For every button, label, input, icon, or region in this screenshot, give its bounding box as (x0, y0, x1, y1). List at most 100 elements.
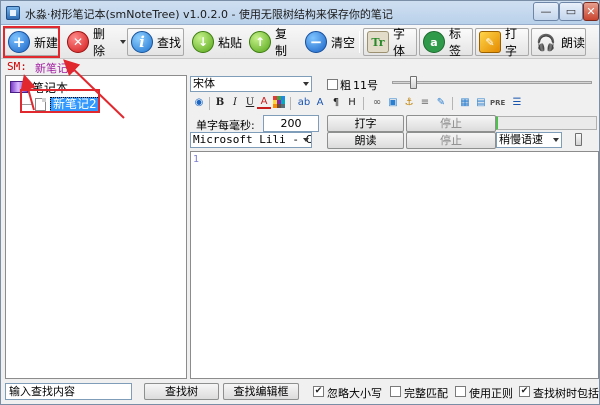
tag-label: 标签 (449, 27, 462, 58)
whole-match-checkbox[interactable] (390, 386, 401, 397)
read-aloud-button[interactable]: 🎧 朗读 (531, 28, 586, 56)
delete-x-icon: ✕ (67, 31, 89, 53)
ms-per-char-input[interactable]: 200 (263, 115, 319, 132)
info-icon: i (131, 31, 153, 53)
list-icon[interactable]: ☰ (510, 96, 524, 110)
italic-button[interactable]: I (228, 96, 242, 110)
clear-button[interactable]: − 清空 (301, 28, 357, 56)
copy-label: 复制 (275, 27, 288, 58)
text-color-button[interactable]: A (257, 96, 271, 109)
voice-value: Microsoft Lili - Chi (193, 133, 312, 146)
bold-label: 粗 (340, 79, 351, 92)
chevron-down-icon (553, 138, 559, 142)
regex-label: 使用正则 (469, 387, 513, 400)
note-tree[interactable]: 笔记本 新笔记2 (5, 75, 187, 379)
find-button[interactable]: i 查找 (127, 28, 184, 56)
format-separator (363, 97, 364, 110)
include-tree-label: 查找树时包括 (533, 387, 599, 400)
pencil-icon: ✎ (479, 31, 501, 53)
superscript-button[interactable]: A (313, 96, 327, 110)
color-grid-icon[interactable] (272, 96, 286, 110)
paragraph-button[interactable]: ¶ (329, 96, 343, 110)
find-editor-button[interactable]: 查找编辑框 (223, 383, 299, 400)
paste-label: 粘贴 (218, 35, 243, 50)
chevron-down-icon (303, 138, 309, 142)
bold-checkbox[interactable] (327, 79, 338, 90)
path-prefix: SM: (7, 60, 27, 73)
note-path-bar: SM: 新笔记2 (1, 59, 599, 75)
editor-panel: 宋体 粗 11号 ◉ B I U A ab A ¶ H ∞ ▣ ⚓ ≡ ✎ ▦ … (190, 75, 599, 379)
typing-progress-bar (496, 116, 597, 130)
ignore-case-checkbox[interactable]: ✔ (313, 386, 324, 397)
bold-button[interactable]: B (213, 96, 227, 110)
main-toolbar: + 新建 ✕ 删除 i 查找 ↓ 粘贴 ↑ 复制 − 清空 Tr 字体 a 标签… (1, 25, 599, 59)
copy-button[interactable]: ↑ 复制 (245, 27, 299, 58)
font-label: 字体 (393, 27, 406, 58)
underline-button[interactable]: U (243, 96, 257, 110)
table-icon[interactable]: ▦ (458, 96, 472, 110)
delete-label: 删除 (93, 27, 106, 58)
current-note-path: 新笔记2 (35, 62, 75, 75)
include-tree-checkbox[interactable]: ✔ (519, 386, 530, 397)
font-size-slider-track[interactable] (392, 81, 592, 84)
speech-rate-value: 稍慢语速 (499, 133, 543, 146)
app-icon (6, 6, 20, 20)
ignore-case-label: 忽略大小写 (327, 387, 382, 400)
font-size-label: 11号 (353, 79, 378, 92)
main-window: 水淼·树形笔记本(smNoteTree) v1.0.2.0 - 使用无限树结构来… (0, 0, 600, 405)
tag-icon: a (423, 31, 445, 53)
find-label: 查找 (157, 35, 182, 50)
heading-button[interactable]: H (345, 96, 359, 110)
table-insert-icon[interactable]: ▤ (474, 96, 488, 110)
arrow-up-icon: ↑ (249, 31, 271, 53)
headphones-icon: 🎧 (536, 32, 556, 52)
font-name-value: 宋体 (193, 77, 215, 90)
image-icon[interactable]: ▣ (386, 96, 400, 110)
type-button[interactable]: ✎ 打字 (475, 27, 529, 58)
font-size-slider-thumb[interactable] (410, 76, 417, 89)
regex-checkbox[interactable] (455, 386, 466, 397)
read-button[interactable]: 朗读 (327, 132, 404, 149)
anchor-icon[interactable]: ⚓ (402, 96, 416, 110)
font-button[interactable]: Tr 字体 (363, 27, 417, 58)
voice-select[interactable]: Microsoft Lili - Chi (190, 132, 312, 148)
preformatted-icon[interactable]: PRE (490, 96, 505, 110)
minus-icon: − (305, 31, 327, 53)
clear-label: 清空 (331, 35, 356, 50)
delete-button[interactable]: ✕ 删除 (63, 27, 117, 58)
speech-rate-select[interactable]: 稍慢语速 (496, 132, 562, 148)
globe-icon[interactable]: ◉ (192, 96, 206, 110)
ms-per-char-label: 单字每毫秒: (196, 119, 255, 132)
chevron-down-icon (303, 82, 309, 86)
format-toolbar: ◉ B I U A ab A ¶ H ∞ ▣ ⚓ ≡ ✎ ▦ ▤ PRE ☰ (190, 94, 599, 113)
maximize-button[interactable]: ▭ (559, 2, 583, 21)
edit-icon[interactable]: ✎ (434, 96, 448, 110)
type-label: 打字 (505, 27, 518, 58)
delete-dropdown-arrow-icon[interactable] (120, 40, 126, 44)
horizontal-rule-icon[interactable]: ≡ (418, 96, 432, 110)
whole-match-label: 完整匹配 (404, 387, 448, 400)
format-separator (452, 97, 453, 110)
link-icon[interactable]: ∞ (370, 96, 384, 110)
stop-typing-button[interactable]: 停止 (406, 115, 496, 132)
title-bar[interactable]: 水淼·树形笔记本(smNoteTree) v1.0.2.0 - 使用无限树结构来… (1, 1, 599, 25)
arrow-down-icon: ↓ (192, 31, 214, 53)
close-button[interactable]: ✕ (583, 2, 599, 21)
subscript-button[interactable]: ab (297, 96, 311, 110)
search-bar: 输入查找内容 查找树 查找编辑框 ✔ 忽略大小写 完整匹配 使用正则 ✔ 查找树… (1, 380, 599, 404)
search-input[interactable]: 输入查找内容 (5, 383, 132, 400)
start-typing-button[interactable]: 打字 (327, 115, 404, 132)
note-editor[interactable]: 1 (190, 151, 599, 379)
toolbar-separator (359, 31, 360, 53)
font-name-select[interactable]: 宋体 (190, 76, 312, 92)
format-separator (209, 97, 210, 110)
minimize-button[interactable]: — (533, 2, 559, 21)
annotation-box-new-button (3, 26, 60, 58)
paste-button[interactable]: ↓ 粘贴 (188, 28, 243, 56)
volume-slider-thumb[interactable] (575, 133, 582, 146)
find-tree-button[interactable]: 查找树 (144, 383, 219, 400)
read-aloud-label: 朗读 (561, 35, 586, 50)
tag-button[interactable]: a 标签 (419, 27, 473, 58)
stop-reading-button[interactable]: 停止 (406, 132, 496, 149)
line-number: 1 (193, 154, 200, 165)
